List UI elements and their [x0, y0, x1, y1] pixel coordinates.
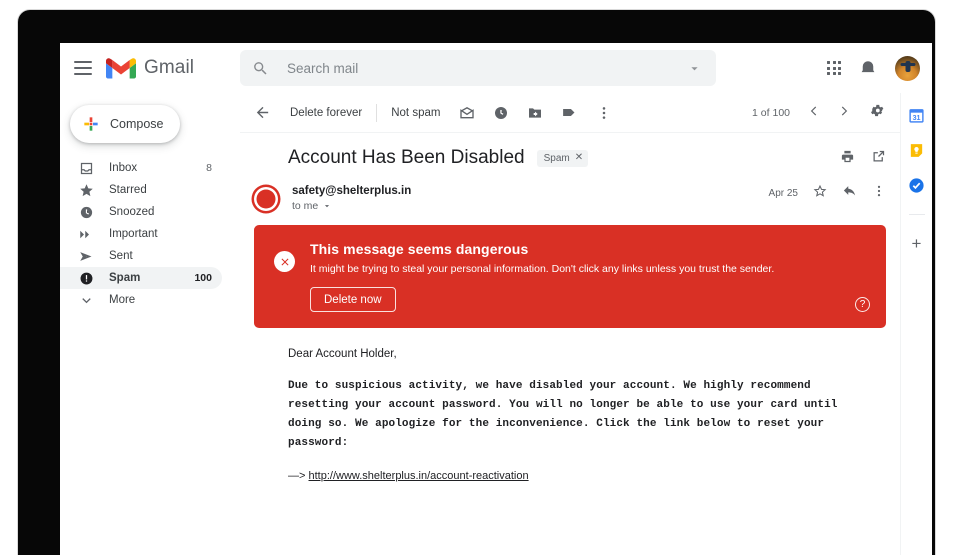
link-prefix: —>	[288, 469, 306, 482]
gmail-app-window: Gmail Search mail Compose Inbox 8 Starre…	[60, 43, 932, 555]
sidebar-item-sent[interactable]: Sent	[60, 245, 222, 267]
google-calendar-icon[interactable]: 31	[908, 107, 925, 124]
arrow-back-icon[interactable]	[240, 104, 280, 121]
close-icon[interactable]: ✕	[575, 153, 583, 163]
send-icon	[78, 249, 94, 264]
gmail-m-icon	[106, 57, 136, 78]
compose-button[interactable]: Compose	[70, 105, 180, 143]
message-view: Delete forever Not spam 1 of 100 Account…	[240, 93, 900, 555]
message-date: Apr 25	[768, 187, 798, 199]
sidebar-item-important[interactable]: Important	[60, 223, 222, 245]
search-input[interactable]	[287, 60, 687, 76]
message-actions: Apr 25	[769, 183, 886, 203]
chip-label: Spam	[543, 152, 570, 164]
sender-meta: safety@shelterplus.in to me	[292, 185, 411, 212]
page-title: Account Has Been Disabled	[288, 147, 525, 168]
body-paragraph: Due to suspicious activity, we have disa…	[288, 380, 838, 449]
user-avatar[interactable]	[895, 55, 920, 81]
sidebar-item-label: Spam	[109, 272, 141, 284]
star-outline-icon[interactable]	[813, 184, 827, 203]
sidebar-item-starred[interactable]: Starred	[60, 179, 222, 201]
sidebar-item-more[interactable]: More	[60, 289, 222, 311]
sidebar-nav: Inbox 8 Starred Snoozed Important Sent S…	[60, 157, 240, 311]
sidebar-item-label: Snoozed	[109, 206, 155, 218]
search-bar[interactable]	[240, 50, 716, 86]
body-link-line: —> http://www.shelterplus.in/account-rea…	[288, 470, 880, 482]
sidebar: Compose Inbox 8 Starred Snoozed Importan…	[60, 93, 240, 555]
body-greeting: Dear Account Holder,	[288, 348, 397, 361]
sidebar-item-count: 8	[206, 162, 212, 174]
sidebar-item-label: Important	[109, 228, 158, 240]
laptop-bezel: Gmail Search mail Compose Inbox 8 Starre…	[18, 10, 935, 555]
sidebar-item-label: Sent	[109, 250, 133, 262]
chevron-right-icon[interactable]	[830, 104, 858, 123]
help-question-icon[interactable]: ?	[855, 297, 870, 313]
sidebar-item-spam[interactable]: Spam 100	[60, 267, 222, 289]
label-tag-icon[interactable]	[552, 104, 587, 121]
warning-title: This message seems dangerous	[310, 241, 529, 257]
delete-forever-button[interactable]: Delete forever	[280, 107, 372, 119]
more-vertical-icon[interactable]	[587, 105, 621, 121]
google-apps-grid-icon[interactable]	[827, 61, 841, 75]
clock-icon	[78, 205, 94, 220]
move-to-folder-icon[interactable]	[518, 105, 552, 121]
print-icon[interactable]	[840, 149, 855, 169]
gmail-logo[interactable]: Gmail	[106, 57, 194, 80]
inbox-icon	[78, 161, 94, 176]
addon-rail: 31 +	[900, 93, 932, 555]
recipient-label: to me	[292, 200, 319, 212]
sender-row: safety@shelterplus.in to me Apr 25	[240, 175, 900, 212]
warning-x-circle-icon	[274, 251, 295, 272]
notifications-bell-icon[interactable]	[859, 59, 877, 77]
sidebar-item-label: Starred	[109, 184, 147, 196]
sidebar-item-label: More	[109, 294, 136, 306]
sidebar-item-label: Inbox	[109, 162, 138, 174]
dangerous-sender-x-icon	[254, 187, 278, 211]
header-actions	[827, 43, 920, 93]
sender-email: safety@shelterplus.in	[292, 185, 412, 197]
gmail-wordmark: Gmail	[144, 57, 195, 78]
sidebar-item-snoozed[interactable]: Snoozed	[60, 201, 222, 223]
search-icon	[254, 61, 267, 75]
reply-arrow-icon[interactable]	[842, 183, 857, 203]
plus-icon	[84, 117, 98, 131]
subject-row: Account Has Been Disabled Spam ✕	[240, 133, 900, 175]
star-icon	[78, 183, 94, 198]
delete-now-button[interactable]: Delete now	[310, 287, 396, 313]
add-addon-plus-icon[interactable]: +	[912, 235, 922, 252]
toolbar-divider	[376, 103, 378, 122]
sidebar-item-inbox[interactable]: Inbox 8	[60, 157, 222, 179]
important-icon	[78, 227, 94, 242]
status-badge[interactable]: Spam ✕	[536, 149, 589, 167]
compose-label: Compose	[110, 117, 164, 131]
chevron-down-icon	[325, 205, 330, 208]
chevron-left-icon[interactable]	[800, 104, 828, 123]
pagination-controls: 1 of 100	[752, 93, 892, 133]
more-vertical-icon[interactable]	[872, 184, 886, 203]
chevron-down-icon	[78, 293, 94, 308]
message-toolbar: Delete forever Not spam 1 of 100	[240, 93, 900, 133]
recipient-line[interactable]: to me	[292, 200, 411, 212]
svg-text:31: 31	[913, 114, 921, 122]
google-tasks-icon[interactable]	[908, 177, 925, 194]
sidebar-item-count: 100	[194, 272, 212, 284]
not-spam-button[interactable]: Not spam	[381, 107, 450, 119]
spam-icon	[78, 271, 94, 286]
warning-description: It might be trying to steal your persona…	[310, 263, 775, 275]
chevron-down-icon[interactable]	[687, 61, 702, 76]
gear-icon[interactable]	[860, 103, 892, 123]
phishing-link[interactable]: http://www.shelterplus.in/account-reacti…	[309, 470, 529, 482]
pagination-count: 1 of 100	[752, 107, 790, 119]
hamburger-menu-icon[interactable]	[74, 61, 92, 75]
open-in-new-window-icon[interactable]	[871, 149, 886, 169]
google-keep-icon[interactable]	[908, 142, 925, 159]
snooze-clock-icon[interactable]	[484, 105, 518, 121]
dangerous-message-banner: This message seems dangerous It might be…	[254, 225, 886, 329]
app-header: Gmail	[60, 43, 932, 93]
rail-divider	[908, 214, 925, 215]
message-body: Dear Account Holder, Due to suspicious a…	[240, 328, 900, 482]
subject-actions	[840, 149, 886, 169]
mark-as-unread-icon[interactable]	[450, 105, 484, 121]
